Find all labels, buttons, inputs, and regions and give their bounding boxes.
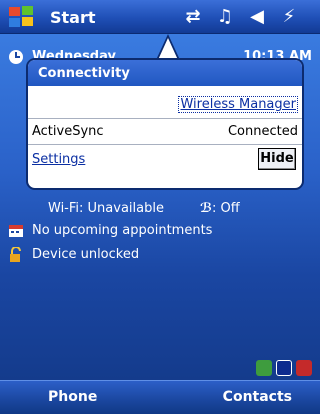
wireless-off-icon[interactable] — [296, 360, 312, 376]
connectivity-popup: Connectivity Wireless Manager ActiveSync… — [26, 58, 304, 190]
bluetooth-status: ℬ: Off — [200, 198, 240, 220]
appointments-row[interactable]: No upcoming appointments — [0, 220, 320, 242]
status-icons: ⇄ ♫ ◀ ⚡ — [182, 6, 302, 28]
divider — [28, 144, 302, 145]
activesync-status: Connected — [227, 124, 298, 139]
hide-button[interactable]: Hide — [258, 148, 296, 170]
popup-tail-fill — [158, 38, 178, 60]
appointments-label: No upcoming appointments — [32, 223, 213, 238]
network-icon[interactable] — [256, 360, 272, 376]
bluetooth-tray-icon[interactable] — [276, 360, 292, 376]
battery-icon[interactable]: ⚡ — [278, 7, 300, 27]
popup-title: Connectivity — [28, 60, 302, 86]
notification-tray — [256, 360, 312, 376]
volume-icon[interactable]: ◀ — [246, 7, 268, 27]
contacts-softkey[interactable]: Contacts — [223, 389, 292, 405]
lock-label: Device unlocked — [32, 247, 140, 262]
bluetooth-status-label: : Off — [212, 201, 240, 216]
wireless-manager-link[interactable]: Wireless Manager — [178, 96, 298, 113]
calendar-icon — [9, 225, 23, 237]
title-bar: Start ⇄ ♫ ◀ ⚡ — [0, 0, 320, 34]
windows-flag-icon[interactable] — [6, 4, 36, 30]
settings-link[interactable]: Settings — [32, 152, 85, 167]
wireless-status-row[interactable]: Wi-Fi: Unavailable ℬ: Off — [0, 198, 320, 220]
speaker-icon[interactable]: ♫ — [214, 7, 236, 27]
connectivity-icon[interactable]: ⇄ — [182, 7, 204, 27]
divider — [28, 118, 302, 119]
phone-softkey[interactable]: Phone — [48, 389, 97, 405]
device-lock-row[interactable]: Device unlocked — [0, 244, 320, 266]
bluetooth-icon: ℬ — [200, 201, 213, 216]
softkey-bar: Phone Contacts — [0, 380, 320, 414]
padlock-icon — [10, 247, 21, 262]
wifi-status: Wi-Fi: Unavailable — [48, 201, 164, 216]
start-button[interactable]: Start — [50, 8, 96, 27]
clock-icon — [9, 50, 23, 64]
activesync-label: ActiveSync — [32, 124, 104, 139]
